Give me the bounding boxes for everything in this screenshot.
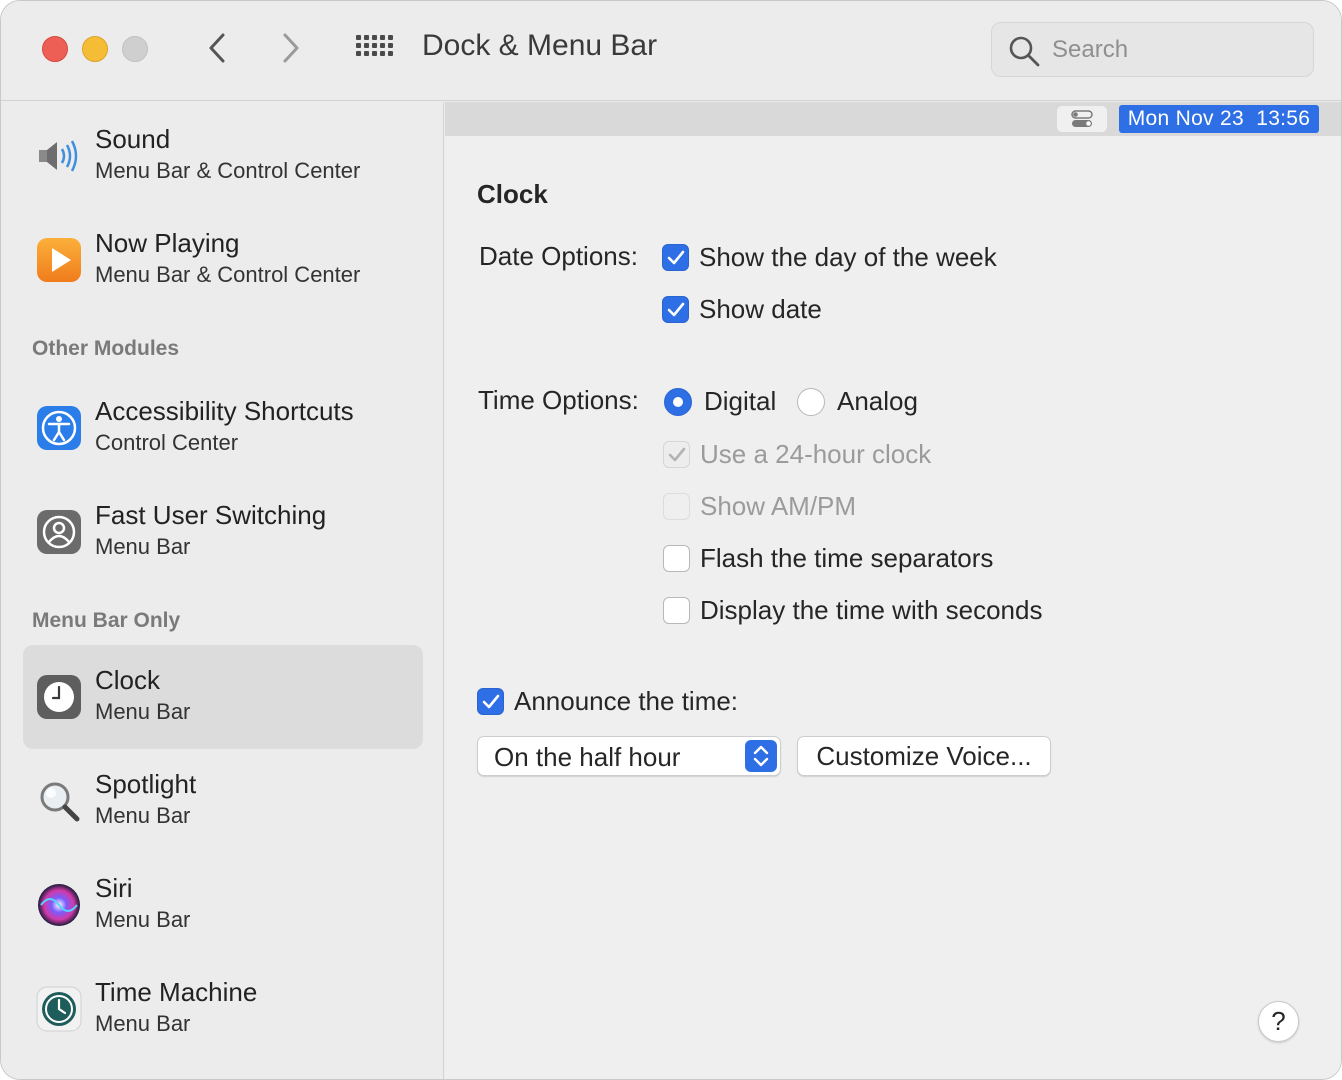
radio-label: Analog (837, 386, 918, 416)
checkbox-label: Flash the time separators (700, 543, 994, 573)
sidebar-item-title: Accessibility Shortcuts (95, 396, 354, 426)
sidebar-item-subtitle: Control Center (95, 430, 239, 455)
checkmark-icon (668, 447, 685, 461)
section-header-other-modules: Other Modules (32, 337, 180, 360)
checkbox-box[interactable] (663, 545, 690, 572)
close-window-button[interactable] (42, 36, 68, 62)
show-am-pm-checkbox[interactable]: Show AM/PM (663, 491, 856, 522)
checkbox-box[interactable] (477, 688, 504, 715)
checkbox-label: Display the time with seconds (700, 595, 1043, 625)
sidebar-item-subtitle: Menu Bar (95, 907, 191, 932)
checkbox-label: Use a 24-hour clock (700, 439, 932, 469)
section-header-menu-bar-only: Menu Bar Only (32, 609, 181, 632)
sidebar-item-subtitle: Menu Bar (95, 803, 191, 828)
sidebar-item-spotlight[interactable]: Spotlight Menu Bar (23, 749, 423, 853)
forward-button[interactable] (271, 25, 311, 71)
radio-button[interactable] (664, 387, 692, 416)
checkmark-icon (667, 250, 684, 264)
back-button[interactable] (197, 25, 237, 71)
sidebar-item-clock[interactable]: Clock Menu Bar (23, 645, 423, 749)
sidebar-item-title: Clock (95, 665, 161, 695)
sidebar-item-title: Time Machine (95, 977, 258, 1007)
sidebar-item-title: Sound (95, 124, 171, 154)
clock-icon (37, 675, 81, 719)
user-icon (37, 510, 81, 554)
checkbox-label: Announce the time: (514, 686, 739, 716)
analog-radio[interactable]: Analog (797, 386, 918, 417)
zoom-window-button[interactable] (122, 36, 148, 62)
title-bar: Dock & Menu Bar (1, 1, 1341, 101)
sidebar-item-title: Spotlight (95, 769, 197, 799)
siri-icon (38, 884, 80, 926)
minimize-window-button[interactable] (82, 36, 108, 62)
sidebar-item-subtitle: Menu Bar (95, 534, 191, 559)
checkbox-box[interactable] (662, 296, 689, 323)
window-title: Dock & Menu Bar (422, 29, 658, 62)
sidebar-item-siri[interactable]: Siri Menu Bar (23, 853, 423, 957)
sidebar-item-subtitle: Menu Bar & Control Center (95, 262, 361, 287)
flash-time-separators-checkbox[interactable]: Flash the time separators (663, 543, 993, 574)
announce-time-checkbox[interactable]: Announce the time: (477, 686, 738, 717)
customize-voice-button[interactable]: Customize Voice... (797, 736, 1051, 776)
system-preferences-window: Dock & Menu Bar Sound Menu Bar & Control… (0, 0, 1342, 1080)
magnifier-icon (40, 782, 80, 822)
digital-radio[interactable]: Digital (664, 386, 776, 417)
checkbox-box[interactable] (662, 244, 689, 271)
play-icon (37, 238, 81, 282)
search-field[interactable] (991, 22, 1314, 77)
sidebar-item-sound[interactable]: Sound Menu Bar & Control Center (23, 104, 423, 208)
sidebar-item-title: Fast User Switching (95, 500, 327, 530)
radio-button[interactable] (797, 387, 825, 416)
checkbox-label: Show AM/PM (700, 491, 857, 521)
sidebar-item-now-playing[interactable]: Now Playing Menu Bar & Control Center (23, 208, 423, 312)
sidebar-item-time-machine[interactable]: Time Machine Menu Bar (23, 957, 423, 1061)
updown-chevron-icon (745, 740, 777, 772)
checkbox-label: Show the day of the week (699, 242, 997, 272)
radio-label: Digital (704, 386, 777, 416)
popup-selected-value: On the half hour (494, 742, 681, 772)
pane-title: Clock (477, 179, 548, 209)
menu-bar-clock-preview: Mon Nov 23 13:56 (1119, 105, 1319, 133)
checkbox-label: Show date (699, 294, 822, 324)
show-day-of-week-checkbox[interactable]: Show the day of the week (662, 242, 997, 273)
sidebar-item-title: Siri (95, 873, 133, 903)
sidebar: Sound Menu Bar & Control Center Now Play… (1, 102, 444, 1079)
announce-interval-popup[interactable]: On the half hour (477, 736, 781, 776)
checkbox-box[interactable] (663, 493, 690, 520)
checkmark-icon (482, 694, 499, 708)
use-24-hour-clock-checkbox[interactable]: Use a 24-hour clock (663, 439, 931, 470)
chevron-right-icon (283, 33, 299, 63)
sidebar-item-title: Now Playing (95, 228, 240, 258)
show-date-checkbox[interactable]: Show date (662, 294, 822, 325)
show-all-grid-button[interactable] (354, 31, 394, 67)
chevron-left-icon (209, 33, 225, 63)
control-center-icon (1057, 106, 1107, 132)
checkbox-box[interactable] (663, 441, 690, 468)
accessibility-icon (37, 406, 81, 450)
checkmark-icon (667, 302, 684, 316)
checkbox-box[interactable] (663, 597, 690, 624)
sidebar-item-subtitle: Menu Bar & Control Center (95, 158, 361, 183)
time-options-label: Time Options: (478, 385, 639, 415)
date-options-label: Date Options: (479, 241, 638, 271)
search-input[interactable] (1052, 31, 1302, 69)
search-icon (1009, 36, 1040, 67)
time-machine-icon (36, 986, 82, 1032)
sidebar-item-accessibility-shortcuts[interactable]: Accessibility Shortcuts Control Center (23, 376, 423, 480)
sidebar-item-subtitle: Menu Bar (95, 699, 191, 724)
sidebar-item-fast-user-switching[interactable]: Fast User Switching Menu Bar (23, 480, 423, 584)
speaker-icon (39, 140, 78, 172)
help-button[interactable]: ? (1258, 1001, 1299, 1042)
menu-bar-preview: Mon Nov 23 13:56 (445, 102, 1341, 136)
sidebar-item-subtitle: Menu Bar (95, 1011, 191, 1036)
clock-settings-pane: Mon Nov 23 13:56 Clock Date Options: Sho… (445, 102, 1341, 1079)
display-time-with-seconds-checkbox[interactable]: Display the time with seconds (663, 595, 1042, 626)
